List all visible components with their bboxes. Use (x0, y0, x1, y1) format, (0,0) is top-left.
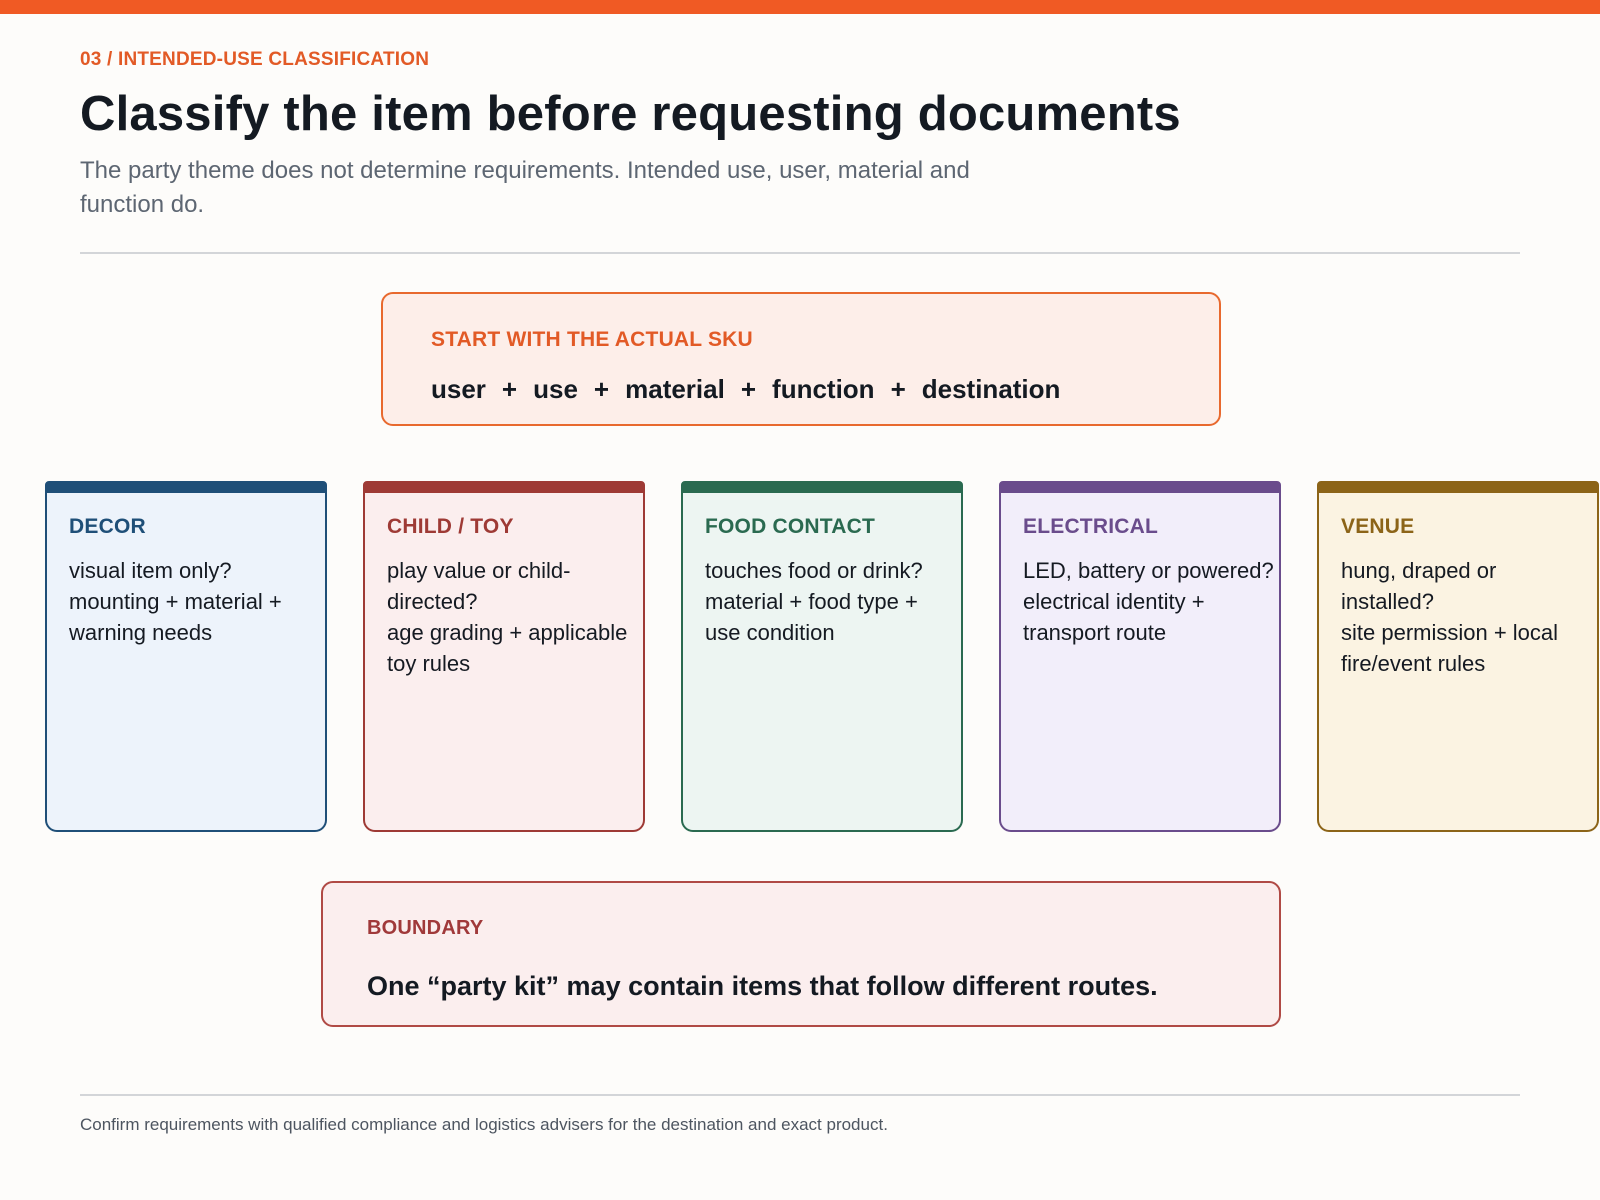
category-card-venue: VENUE hung, draped or installed? site pe… (1317, 481, 1599, 832)
formula-plus: + (890, 374, 906, 404)
category-question: hung, draped or installed? (1341, 558, 1497, 614)
category-title: CHILD / TOY (387, 515, 514, 538)
category-requirement: material + food type + use condition (705, 589, 918, 645)
formula-term-function: function (772, 374, 875, 404)
category-requirement: electrical identity + transport route (1023, 589, 1205, 645)
formula-term-destination: destination (921, 374, 1061, 404)
category-requirement: site permission + local fire/event rules (1341, 620, 1559, 676)
category-question: touches food or drink? (705, 558, 923, 583)
category-requirement: mounting + material + warning needs (69, 589, 282, 645)
page-title: Classify the item before requesting docu… (80, 87, 1181, 141)
category-title: VENUE (1341, 515, 1415, 538)
formula-plus: + (593, 374, 610, 404)
start-sku-box: START WITH THE ACTUAL SKU user + use + mater… (381, 292, 1221, 426)
formula-term-use: use (533, 374, 578, 404)
start-sku-label: START WITH THE ACTUAL SKU (431, 328, 753, 351)
section-eyebrow: 03 / INTENDED-USE CLASSIFICATION (80, 49, 430, 70)
category-question: visual item only? (69, 558, 232, 583)
page-subtitle: The party theme does not determine requi… (80, 157, 970, 218)
category-title: FOOD CONTACT (705, 515, 875, 538)
top-accent-bar (0, 0, 1600, 14)
category-question: play value or child-directed? (387, 558, 571, 614)
category-card-decor: DECOR visual item only? mounting + mater… (45, 481, 327, 832)
bottom-divider (80, 1094, 1520, 1096)
category-card-electrical: ELECTRICAL LED, battery or powered? elec… (999, 481, 1281, 832)
category-question: LED, battery or powered? (1023, 558, 1274, 583)
boundary-box: BOUNDARY One “party kit” may contain ite… (321, 881, 1281, 1027)
category-title: DECOR (69, 515, 146, 538)
category-title: ELECTRICAL (1023, 515, 1158, 538)
top-divider (80, 252, 1520, 254)
classification-formula: user + use + material + function + destination (431, 374, 1060, 405)
category-requirement: age grading + applicable toy rules (387, 620, 628, 676)
formula-term-material: material (625, 374, 725, 404)
boundary-statement: One “party kit” may contain items that f… (367, 971, 1158, 1001)
formula-term-user: user (431, 374, 486, 404)
boundary-label: BOUNDARY (367, 917, 484, 939)
footer-disclaimer: Confirm requirements with qualified comp… (80, 1115, 888, 1134)
category-card-child-toy: CHILD / TOY play value or child-directed… (363, 481, 645, 832)
category-card-food-contact: FOOD CONTACT touches food or drink? mate… (681, 481, 963, 832)
formula-plus: + (740, 374, 757, 404)
formula-plus: + (501, 374, 518, 404)
